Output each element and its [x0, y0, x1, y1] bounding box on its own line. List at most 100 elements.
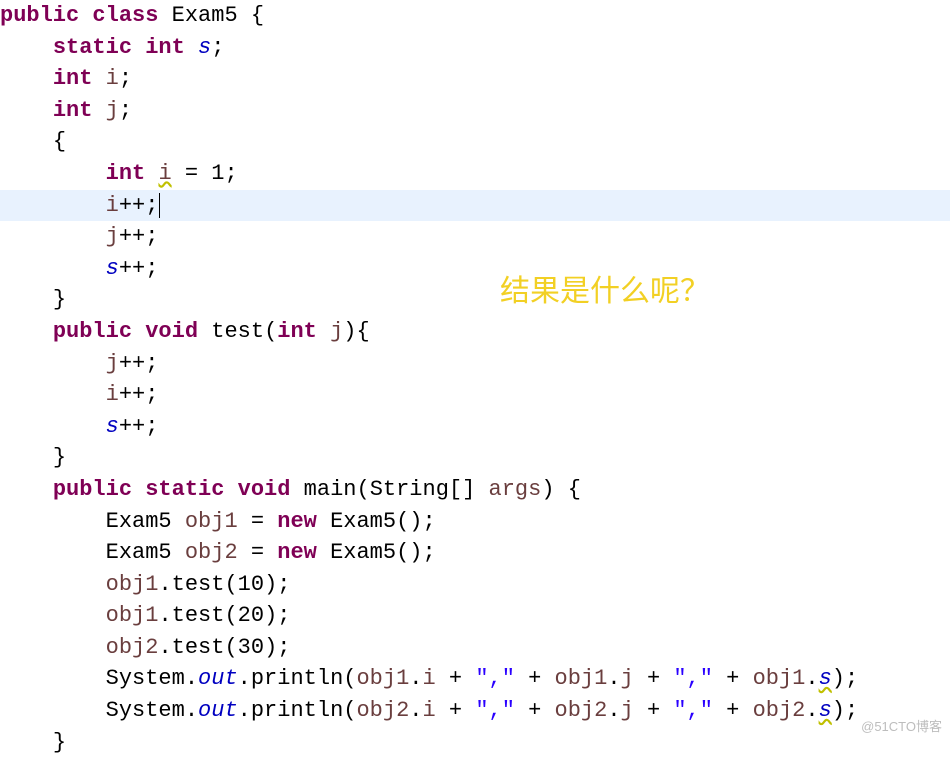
param-args: args [489, 477, 542, 502]
semicolon: ; [145, 256, 158, 281]
line-8: j++; [0, 224, 158, 249]
line-24: } [0, 730, 66, 755]
obj1: obj1 [753, 666, 806, 691]
kw-void: void [238, 477, 291, 502]
plus: + [647, 698, 660, 723]
field-j: j [621, 698, 634, 723]
paren: ( [224, 603, 237, 628]
var-i-local: i [158, 161, 171, 186]
dot: . [158, 635, 171, 660]
op-inc: ++ [119, 256, 145, 281]
line-14: s++; [0, 414, 158, 439]
dot: . [607, 666, 620, 691]
paren: ) [264, 635, 277, 660]
line-2: static int s; [0, 35, 224, 60]
op-inc: ++ [119, 414, 145, 439]
var-s: s [106, 414, 119, 439]
line-20: obj1.test(20); [0, 603, 290, 628]
semicolon: ; [423, 540, 436, 565]
type-string: String[] [370, 477, 476, 502]
var-obj1: obj1 [185, 509, 238, 534]
brace: { [568, 477, 581, 502]
semicolon: ; [277, 572, 290, 597]
class-name: Exam5 [172, 3, 238, 28]
kw-int: int [277, 319, 317, 344]
dot: . [238, 666, 251, 691]
field-i: i [423, 698, 436, 723]
semicolon: ; [423, 509, 436, 534]
dot: . [238, 698, 251, 723]
text-cursor [159, 193, 160, 218]
kw-new: new [277, 540, 317, 565]
plus: + [449, 698, 462, 723]
obj2: obj2 [356, 698, 409, 723]
dot: . [185, 698, 198, 723]
brace: } [53, 287, 66, 312]
lit-1: 1 [211, 161, 224, 186]
kw-void: void [145, 319, 198, 344]
out: out [198, 666, 238, 691]
println: println [251, 666, 343, 691]
line-10: } [0, 287, 66, 312]
paren: ( [343, 698, 356, 723]
dot: . [409, 666, 422, 691]
ctor: Exam5() [330, 540, 422, 565]
call-test: test [172, 635, 225, 660]
type: Exam5 [106, 509, 172, 534]
line-23: System.out.println(obj2.i + "," + obj2.j… [0, 698, 858, 723]
op-inc: ++ [119, 193, 145, 218]
semicolon: ; [145, 351, 158, 376]
line-17: Exam5 obj1 = new Exam5(); [0, 509, 436, 534]
arg: 20 [238, 603, 264, 628]
out: out [198, 698, 238, 723]
kw-static: static [53, 35, 132, 60]
paren: ( [343, 666, 356, 691]
kw-class: class [92, 3, 158, 28]
kw-new: new [277, 509, 317, 534]
kw-public: public [0, 3, 79, 28]
kw-public: public [53, 477, 132, 502]
line-7-highlighted: i++; [0, 190, 950, 222]
semicolon: ; [211, 35, 224, 60]
paren: ( [264, 319, 277, 344]
dot: . [607, 698, 620, 723]
kw-int: int [53, 98, 93, 123]
semicolon: ; [277, 603, 290, 628]
line-6: int i = 1; [0, 161, 238, 186]
var-obj2: obj2 [185, 540, 238, 565]
op-inc: ++ [119, 382, 145, 407]
line-13: i++; [0, 382, 158, 407]
paren: ( [224, 572, 237, 597]
var-j: j [106, 224, 119, 249]
line-21: obj2.test(30); [0, 635, 290, 660]
paren: ) [264, 603, 277, 628]
dot: . [158, 603, 171, 628]
plus: + [528, 666, 541, 691]
paren: ) [832, 698, 845, 723]
op-eq: = [185, 161, 198, 186]
line-1: public class Exam5 { [0, 3, 264, 28]
semicolon: ; [845, 698, 858, 723]
dot: . [158, 572, 171, 597]
paren: ) [264, 572, 277, 597]
str: "," [475, 666, 515, 691]
line-19: obj1.test(10); [0, 572, 290, 597]
method-test: test [211, 319, 264, 344]
annotation-text: 结果是什么呢？ [500, 266, 710, 310]
field-s: s [819, 666, 832, 691]
line-3: int i; [0, 66, 132, 91]
semicolon: ; [277, 635, 290, 660]
kw-int: int [53, 66, 93, 91]
op-inc: ++ [119, 351, 145, 376]
str: "," [475, 698, 515, 723]
obj2: obj2 [753, 698, 806, 723]
ctor: Exam5() [330, 509, 422, 534]
paren: ( [224, 635, 237, 660]
obj1: obj1 [356, 666, 409, 691]
kw-static: static [145, 477, 224, 502]
brace: } [53, 730, 66, 755]
plus: + [528, 698, 541, 723]
op-inc: ++ [119, 224, 145, 249]
semicolon: ; [224, 161, 237, 186]
line-22: System.out.println(obj1.i + "," + obj1.j… [0, 666, 858, 691]
